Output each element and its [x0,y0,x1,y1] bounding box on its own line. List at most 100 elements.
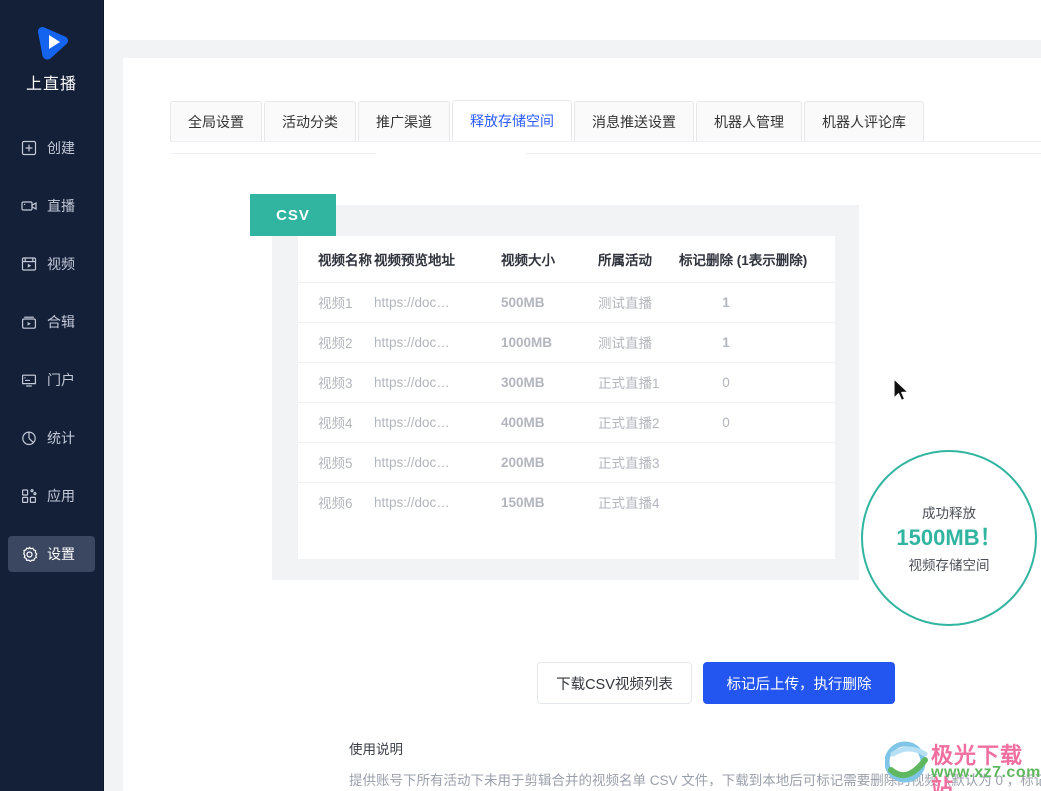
top-bar [104,0,1041,40]
brand-logo[interactable]: 上直播 [0,0,103,94]
cell-video-name: 视频3 [298,362,374,403]
column-header-video-size: 视频大小 [501,236,598,283]
tab-label: 机器人评论库 [822,113,906,130]
help-section-title: 使用说明 [349,742,403,757]
cell-activity: 测试直播 [598,282,679,323]
cell-preview-url[interactable]: https://doc… [374,402,501,443]
csv-badge-label: CSV [276,206,310,224]
sidebar-item-video[interactable]: 视频 [8,246,95,282]
sidebar-item-label: 门户 [47,372,75,388]
settings-tab-bar: 全局设置 活动分类 推广渠道 释放存储空间 消息推送设置 机器人管理 机器人评论… [170,100,926,141]
cell-video-name: 视频4 [298,402,374,443]
play-logo-icon [32,22,72,62]
pie-chart-icon [20,429,38,447]
cell-mark-delete: 0 [679,402,835,443]
cell-preview-url[interactable]: https://doc… [374,482,501,522]
sidebar-item-label: 统计 [47,430,75,446]
tab-label: 全局设置 [188,113,244,130]
cell-preview-url[interactable]: https://doc… [374,442,501,483]
cell-preview-url[interactable]: https://doc… [374,362,501,403]
column-header-mark-delete: 标记删除 (1表示删除) [679,236,835,283]
section-divider-right [526,153,1041,154]
sidebar-nav: 创建 直播 视频 合辑 门户 统计 应用 设置 [0,130,103,572]
cell-mark-delete [679,482,835,522]
sidebar-item-portal[interactable]: 门户 [8,362,95,398]
apps-grid-icon [20,487,38,505]
download-csv-label: 下载CSV视频列表 [556,676,673,693]
tab-label: 活动分类 [282,113,338,130]
video-list-table: 视频名称 视频预览地址 视频大小 所属活动 标记删除 (1表示删除) 视频1 h… [298,236,835,559]
sidebar-item-settings[interactable]: 设置 [8,536,95,572]
sidebar-item-label: 创建 [47,140,75,156]
sidebar-item-statistics[interactable]: 统计 [8,420,95,456]
download-csv-button[interactable]: 下载CSV视频列表 [537,662,692,704]
cell-mark-delete: 1 [679,282,835,323]
cell-preview-url[interactable]: https://doc… [374,322,501,363]
cell-video-size: 500MB [501,282,598,323]
tab-bar-underline [170,141,1041,142]
column-header-preview-url: 视频预览地址 [374,236,501,283]
tab-label: 推广渠道 [376,113,432,130]
gear-icon [20,545,38,563]
film-icon [20,255,38,273]
tab-release-storage[interactable]: 释放存储空间 [452,100,572,141]
tab-robot-management[interactable]: 机器人管理 [696,101,802,141]
tab-message-push-settings[interactable]: 消息推送设置 [574,101,694,141]
section-divider-left [170,153,375,154]
video-camera-icon [20,197,38,215]
cell-video-size: 200MB [501,442,598,483]
cell-mark-delete: 0 [679,362,835,403]
sidebar-item-label: 视频 [47,256,75,272]
tab-activity-category[interactable]: 活动分类 [264,101,356,141]
sidebar-item-label: 设置 [47,546,75,562]
content-card: 全局设置 活动分类 推广渠道 释放存储空间 消息推送设置 机器人管理 机器人评论… [123,58,1041,791]
table-row: 视频6 https://doc… 150MB 正式直播4 [298,482,835,522]
tab-global-settings[interactable]: 全局设置 [170,101,262,141]
mouse-cursor-icon [893,378,911,408]
cell-activity: 测试直播 [598,322,679,363]
site-watermark: 极光下载站 www.xz7.com [885,738,1040,791]
csv-format-badge: CSV [250,194,336,236]
cell-mark-delete [679,442,835,483]
cell-video-name: 视频5 [298,442,374,483]
sidebar-item-apps[interactable]: 应用 [8,478,95,514]
cell-preview-url[interactable]: https://doc… [374,282,501,323]
released-badge-top-text: 成功释放 [922,505,976,521]
released-badge-bottom-text: 视频存储空间 [908,558,990,574]
cell-activity: 正式直播4 [598,496,660,512]
sidebar-item-label: 应用 [47,488,75,504]
column-header-activity: 所属活动 [598,236,679,283]
upload-and-delete-label: 标记后上传，执行删除 [726,676,872,693]
cell-video-name: 视频6 [318,496,353,512]
brand-name: 上直播 [25,76,77,93]
tab-label: 机器人管理 [714,113,784,130]
cell-video-size: 300MB [501,362,598,403]
cell-activity: 正式直播1 [598,362,679,403]
table-row: 视频2 https://doc… 1000MB 测试直播 1 [298,322,835,363]
table-row: 视频1 https://doc… 500MB 测试直播 1 [298,282,835,323]
collection-icon [20,313,38,331]
released-storage-badge: 成功释放 1500MB！ 视频存储空间 [861,450,1037,626]
sidebar: 上直播 创建 直播 视频 合辑 门户 统计 应用 设置 [0,0,104,791]
sidebar-item-label: 直播 [47,198,75,214]
tab-promotion-channel[interactable]: 推广渠道 [358,101,450,141]
cell-video-name: 视频1 [298,282,374,323]
cell-video-size: 1000MB [501,322,598,363]
sidebar-item-label: 合辑 [47,314,75,330]
cell-activity: 正式直播2 [598,402,679,443]
plus-square-icon [20,139,38,157]
column-header-video-name: 视频名称 [298,236,374,283]
app-root: 上直播 创建 直播 视频 合辑 门户 统计 应用 设置 全局设置 活动分类 推广… [0,0,1041,791]
sidebar-item-create[interactable]: 创建 [8,130,95,166]
cell-video-name: 视频2 [298,322,374,363]
cell-video-size: 400MB [501,402,598,443]
sidebar-item-live[interactable]: 直播 [8,188,95,224]
tab-robot-comment-library[interactable]: 机器人评论库 [804,101,924,141]
table-header-row: 视频名称 视频预览地址 视频大小 所属活动 标记删除 (1表示删除) [298,236,835,283]
upload-and-delete-button[interactable]: 标记后上传，执行删除 [703,662,895,704]
tab-label: 消息推送设置 [592,113,676,130]
monitor-icon [20,371,38,389]
sidebar-item-collection[interactable]: 合辑 [8,304,95,340]
tab-label: 释放存储空间 [470,113,554,129]
cell-activity: 正式直播3 [598,442,679,483]
